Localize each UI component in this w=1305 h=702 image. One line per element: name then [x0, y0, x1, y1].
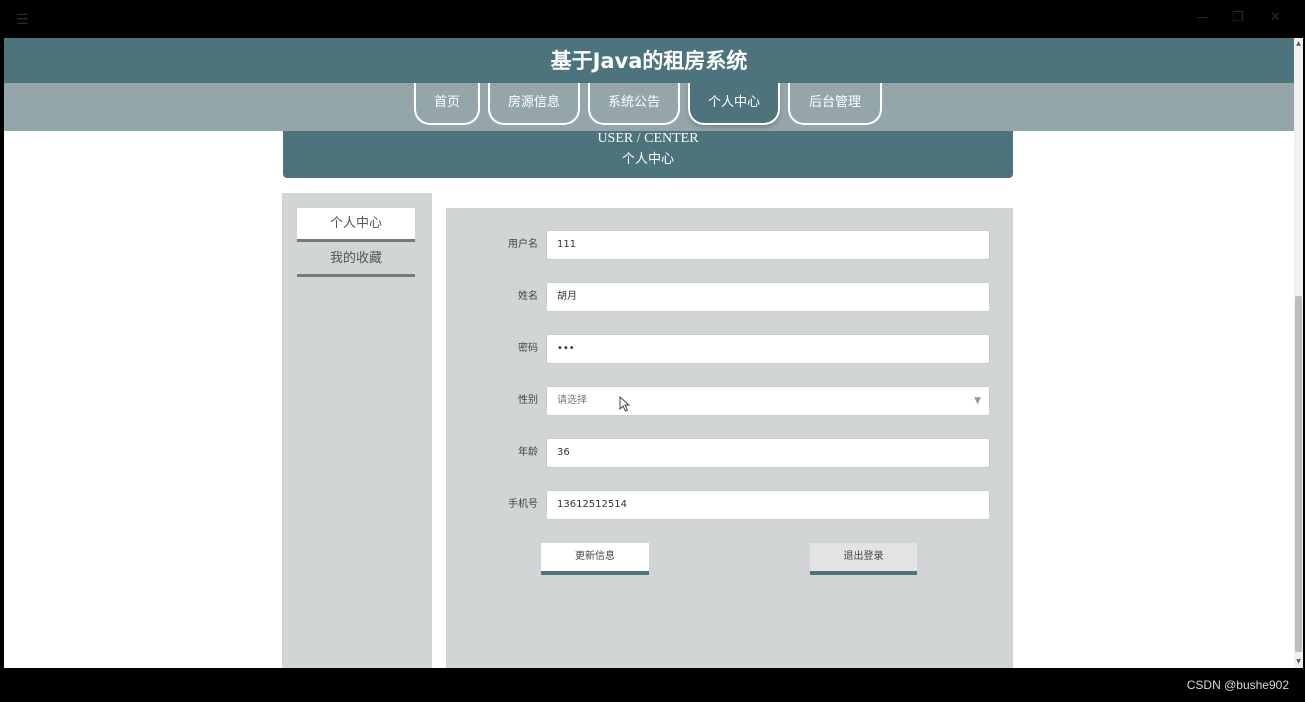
window-titlebar: ☰ — ❐ ✕	[0, 0, 1305, 38]
nav-listings[interactable]: 房源信息	[488, 83, 580, 125]
update-info-button[interactable]: 更新信息	[541, 543, 649, 575]
name-label: 姓名	[518, 291, 538, 302]
gender-select[interactable]: 请选择 ▼	[546, 386, 990, 416]
minimize-icon[interactable]: —	[1196, 10, 1209, 25]
main-nav: 首页 房源信息 系统公告 个人中心 后台管理	[4, 83, 1294, 131]
phone-row: 手机号 13612512514	[446, 490, 1013, 522]
gender-label: 性别	[518, 395, 538, 406]
profile-form: 用户名 111 姓名 胡月 密码 ••• 性别 请选择 ▼ 年龄 36 手机号 …	[446, 208, 1013, 668]
logout-button[interactable]: 退出登录	[810, 543, 917, 575]
nav-admin[interactable]: 后台管理	[788, 83, 882, 125]
browser-viewport: 基于Java的租房系统 首页 房源信息 系统公告 个人中心 后台管理 USER …	[4, 38, 1294, 668]
sidebar-item-user-center[interactable]: 个人中心	[297, 208, 415, 242]
mouse-cursor-icon	[619, 396, 631, 412]
nav-user-center[interactable]: 个人中心	[688, 83, 780, 125]
page-banner: USER / CENTER 个人中心	[283, 131, 1013, 178]
nav-announcements[interactable]: 系统公告	[588, 83, 680, 125]
scroll-up-icon[interactable]: ▲	[1295, 40, 1302, 47]
phone-input[interactable]: 13612512514	[546, 490, 990, 520]
username-row: 用户名 111	[446, 230, 1013, 262]
site-title: 基于Java的租房系统	[550, 49, 748, 73]
age-label: 年龄	[518, 447, 538, 458]
password-label: 密码	[518, 343, 538, 354]
menu-icon[interactable]: ☰	[16, 12, 29, 28]
scroll-down-icon[interactable]: ▼	[1295, 658, 1302, 665]
name-input[interactable]: 胡月	[546, 282, 990, 312]
phone-label: 手机号	[508, 499, 538, 510]
watermark-text: CSDN @bushe902	[1186, 678, 1289, 692]
scrollbar-thumb[interactable]	[1295, 296, 1302, 652]
password-input[interactable]: •••	[546, 334, 990, 364]
chevron-down-icon: ▼	[974, 396, 981, 406]
age-input[interactable]: 36	[546, 438, 990, 468]
username-input[interactable]: 111	[546, 230, 990, 260]
gender-row: 性别 请选择 ▼	[446, 386, 1013, 418]
banner-title-en: USER / CENTER	[597, 131, 699, 146]
name-row: 姓名 胡月	[446, 282, 1013, 314]
gender-placeholder: 请选择	[557, 395, 587, 406]
sidebar-item-favorites[interactable]: 我的收藏	[297, 243, 415, 277]
site-header: 基于Java的租房系统	[4, 38, 1294, 83]
page-scrollbar[interactable]: ▲ ▼	[1294, 38, 1303, 668]
age-row: 年龄 36	[446, 438, 1013, 470]
nav-home[interactable]: 首页	[414, 83, 480, 125]
user-sidebar: 个人中心 我的收藏	[282, 193, 432, 668]
banner-title-zh: 个人中心	[621, 152, 674, 167]
close-icon[interactable]: ✕	[1270, 10, 1281, 25]
bottom-bar: CSDN @bushe902	[0, 668, 1305, 702]
maximize-icon[interactable]: ❐	[1232, 10, 1244, 25]
username-label: 用户名	[508, 239, 538, 250]
password-row: 密码 •••	[446, 334, 1013, 366]
